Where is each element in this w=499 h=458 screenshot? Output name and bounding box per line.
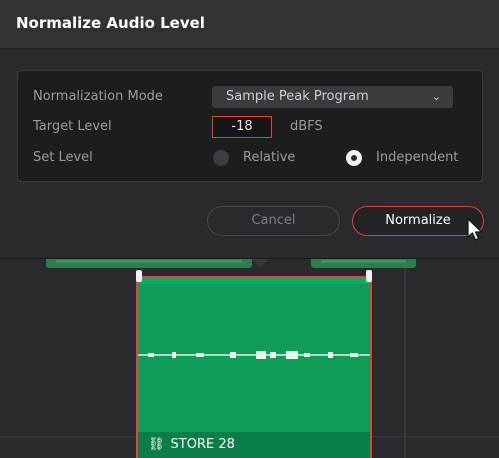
link-icon: ⛓: [148, 437, 165, 452]
chevron-down-icon: ⌄: [431, 90, 441, 103]
dialog-title-bar: Normalize Audio Level: [0, 0, 499, 49]
clip-trim-handle-right[interactable]: [366, 270, 372, 282]
normalization-mode-dropdown[interactable]: Sample Peak Program ⌄: [212, 86, 453, 108]
target-level-unit: dBFS: [290, 119, 323, 134]
relative-radio[interactable]: [213, 150, 229, 166]
normalize-button[interactable]: Normalize: [352, 206, 484, 236]
normalization-mode-value: Sample Peak Program: [226, 89, 369, 104]
relative-radio-label[interactable]: Relative: [243, 150, 295, 165]
clip-header-strip: [138, 278, 370, 284]
track-divider: [404, 258, 406, 458]
clip-name-bar: ⛓ STORE 28: [138, 432, 370, 458]
dialog-pointer: [251, 258, 269, 268]
clip-trim-handle-left[interactable]: [136, 270, 142, 282]
audio-waveform: [138, 351, 370, 359]
upper-clip-right[interactable]: [311, 258, 416, 268]
independent-radio-label[interactable]: Independent: [376, 150, 458, 165]
upper-clip-left[interactable]: [46, 258, 252, 268]
normalization-mode-label: Normalization Mode: [33, 89, 163, 104]
normalize-audio-dialog: Normalize Audio Level Normalization Mode…: [0, 0, 499, 259]
independent-radio[interactable]: [346, 150, 362, 166]
audio-clip-selected[interactable]: ⛓ STORE 28: [136, 276, 372, 458]
mouse-pointer-icon: [467, 218, 483, 241]
target-level-label: Target Level: [33, 119, 112, 134]
dialog-title: Normalize Audio Level: [16, 14, 205, 32]
target-level-input[interactable]: -18: [212, 116, 272, 138]
clip-name: STORE 28: [170, 437, 235, 452]
set-level-label: Set Level: [33, 150, 93, 165]
cancel-button[interactable]: Cancel: [207, 206, 340, 236]
